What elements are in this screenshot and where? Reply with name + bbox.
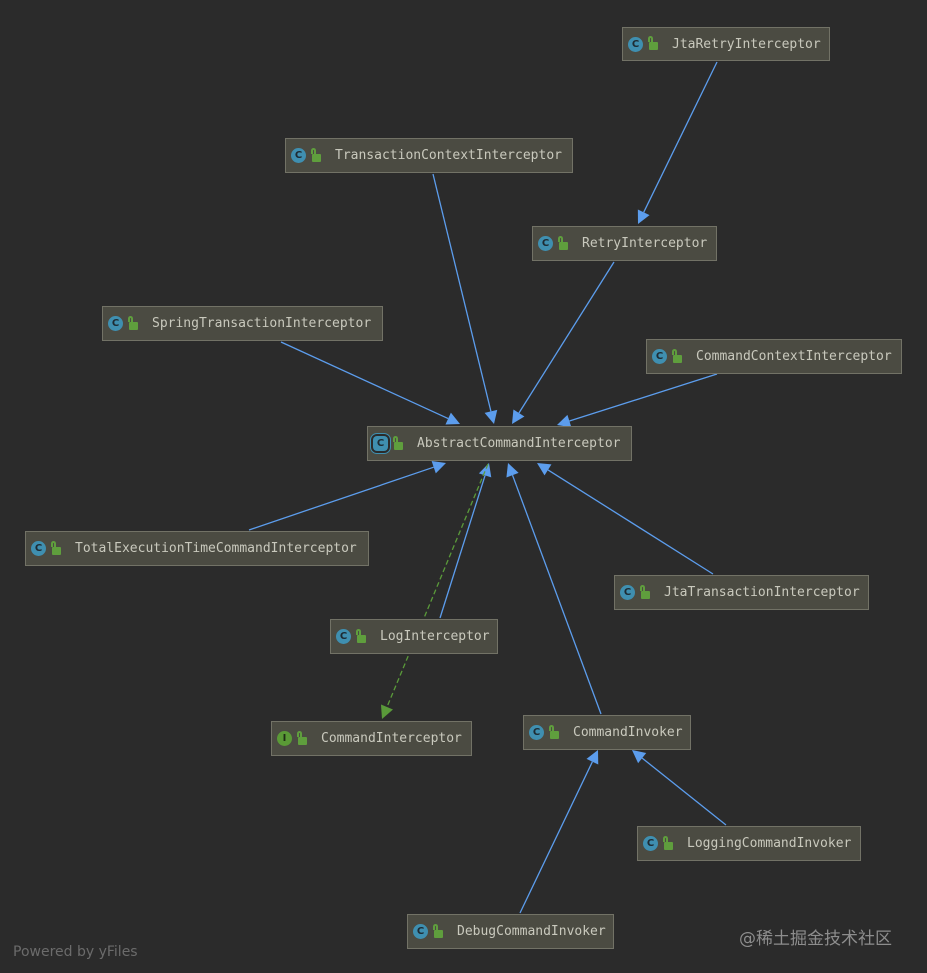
public-lock-icon [663,835,673,850]
edge-retry-extends-abstract [512,261,615,424]
class-icon: C [538,236,553,251]
node-label: AbstractCommandInterceptor [417,436,621,451]
powered-by-footer: Powered by yFiles [13,944,138,960]
public-lock-icon [51,540,61,555]
node-label: CommandInterceptor [321,731,462,746]
node-jtaTx[interactable]: C JtaTransactionInterceptor [614,575,869,610]
interface-icon: I [277,731,292,746]
node-springTx[interactable]: C SpringTransactionInterceptor [102,306,383,341]
edge-line [519,761,593,914]
edge-line [511,474,602,715]
arrowhead-icon [478,463,492,478]
edge-line [280,341,449,420]
public-lock-icon [672,348,682,363]
edge-totalExec-extends-abstract [248,461,446,531]
edge-line [518,261,615,414]
arrowhead-icon [512,409,525,424]
edge-loggingInvoker-extends-invoker [632,750,727,826]
node-label: JtaTransactionInterceptor [664,585,860,600]
node-label: LoggingCommandInvoker [687,836,852,851]
edge-line [386,463,489,708]
class-icon: C [620,585,635,600]
edge-line [641,757,727,826]
node-totalExec[interactable]: C TotalExecutionTimeCommandInterceptor [25,531,369,566]
public-lock-icon [356,628,366,643]
abstract-class-icon: C [373,436,388,451]
edge-jtaRetry-extends-retry [637,61,718,224]
class-icon: C [643,836,658,851]
class-icon: C [652,349,667,364]
node-debugInvoker[interactable]: C DebugCommandInvoker [407,914,614,949]
class-icon: C [413,924,428,939]
class-icon: C [529,725,544,740]
node-label: TotalExecutionTimeCommandInterceptor [75,541,357,556]
arrowhead-icon [431,461,446,474]
edge-line [547,469,714,575]
arrowhead-icon [484,409,498,424]
node-log[interactable]: C LogInterceptor [330,619,498,654]
node-jtaRetry[interactable]: C JtaRetryInterceptor [622,27,830,61]
edge-invoker-extends-abstract [506,463,602,715]
node-cmdContext[interactable]: C CommandContextInterceptor [646,339,902,374]
node-label: CommandInvoker [573,725,683,740]
node-loggingInvoker[interactable]: C LoggingCommandInvoker [637,826,861,861]
edge-line [643,61,718,213]
node-label: TransactionContextInterceptor [335,148,562,163]
edge-line [569,373,718,422]
edge-abstract-implements-cmdInterceptor [380,463,489,719]
public-lock-icon [128,315,138,330]
node-label: DebugCommandInvoker [457,924,606,939]
node-cmdInterceptor[interactable]: I CommandInterceptor [271,721,472,756]
public-lock-icon [648,36,658,50]
edge-log-extends-abstract [439,463,492,619]
edge-line [439,475,486,619]
node-label: CommandContextInterceptor [696,349,892,364]
public-lock-icon [549,724,559,739]
node-abstract[interactable]: C AbstractCommandInterceptor [367,426,632,461]
edge-cmdContext-extends-abstract [557,373,718,428]
class-icon: C [108,316,123,331]
uml-diagram-canvas: C JtaRetryInterceptor C TransactionContextI… [0,0,927,973]
edge-txContext-extends-abstract [432,173,498,424]
class-icon: C [336,629,351,644]
edge-line [248,466,434,531]
arrowhead-icon [632,750,647,764]
public-lock-icon [558,235,568,250]
public-lock-icon [640,584,650,599]
class-icon: C [628,36,643,52]
node-invoker[interactable]: C CommandInvoker [523,715,691,750]
arrowhead-icon [537,463,552,476]
node-txContext[interactable]: C TransactionContextInterceptor [285,138,573,173]
public-lock-icon [311,147,321,162]
edge-line [432,173,492,412]
node-label: LogInterceptor [380,629,490,644]
node-label: JtaRetryInterceptor [672,36,821,52]
class-icon: C [291,148,306,163]
public-lock-icon [393,435,403,450]
node-retry[interactable]: C RetryInterceptor [532,226,717,261]
public-lock-icon [297,730,307,745]
node-label: SpringTransactionInterceptor [152,316,372,331]
node-label: RetryInterceptor [582,236,708,251]
edge-jtaTx-extends-abstract [537,463,714,575]
class-icon: C [31,541,46,556]
public-lock-icon [433,923,443,938]
arrowhead-icon [380,704,393,719]
edge-springTx-extends-abstract [280,341,460,425]
watermark: @稀土掘金技术社区 [739,929,892,949]
edge-debugInvoker-extends-invoker [519,750,599,914]
